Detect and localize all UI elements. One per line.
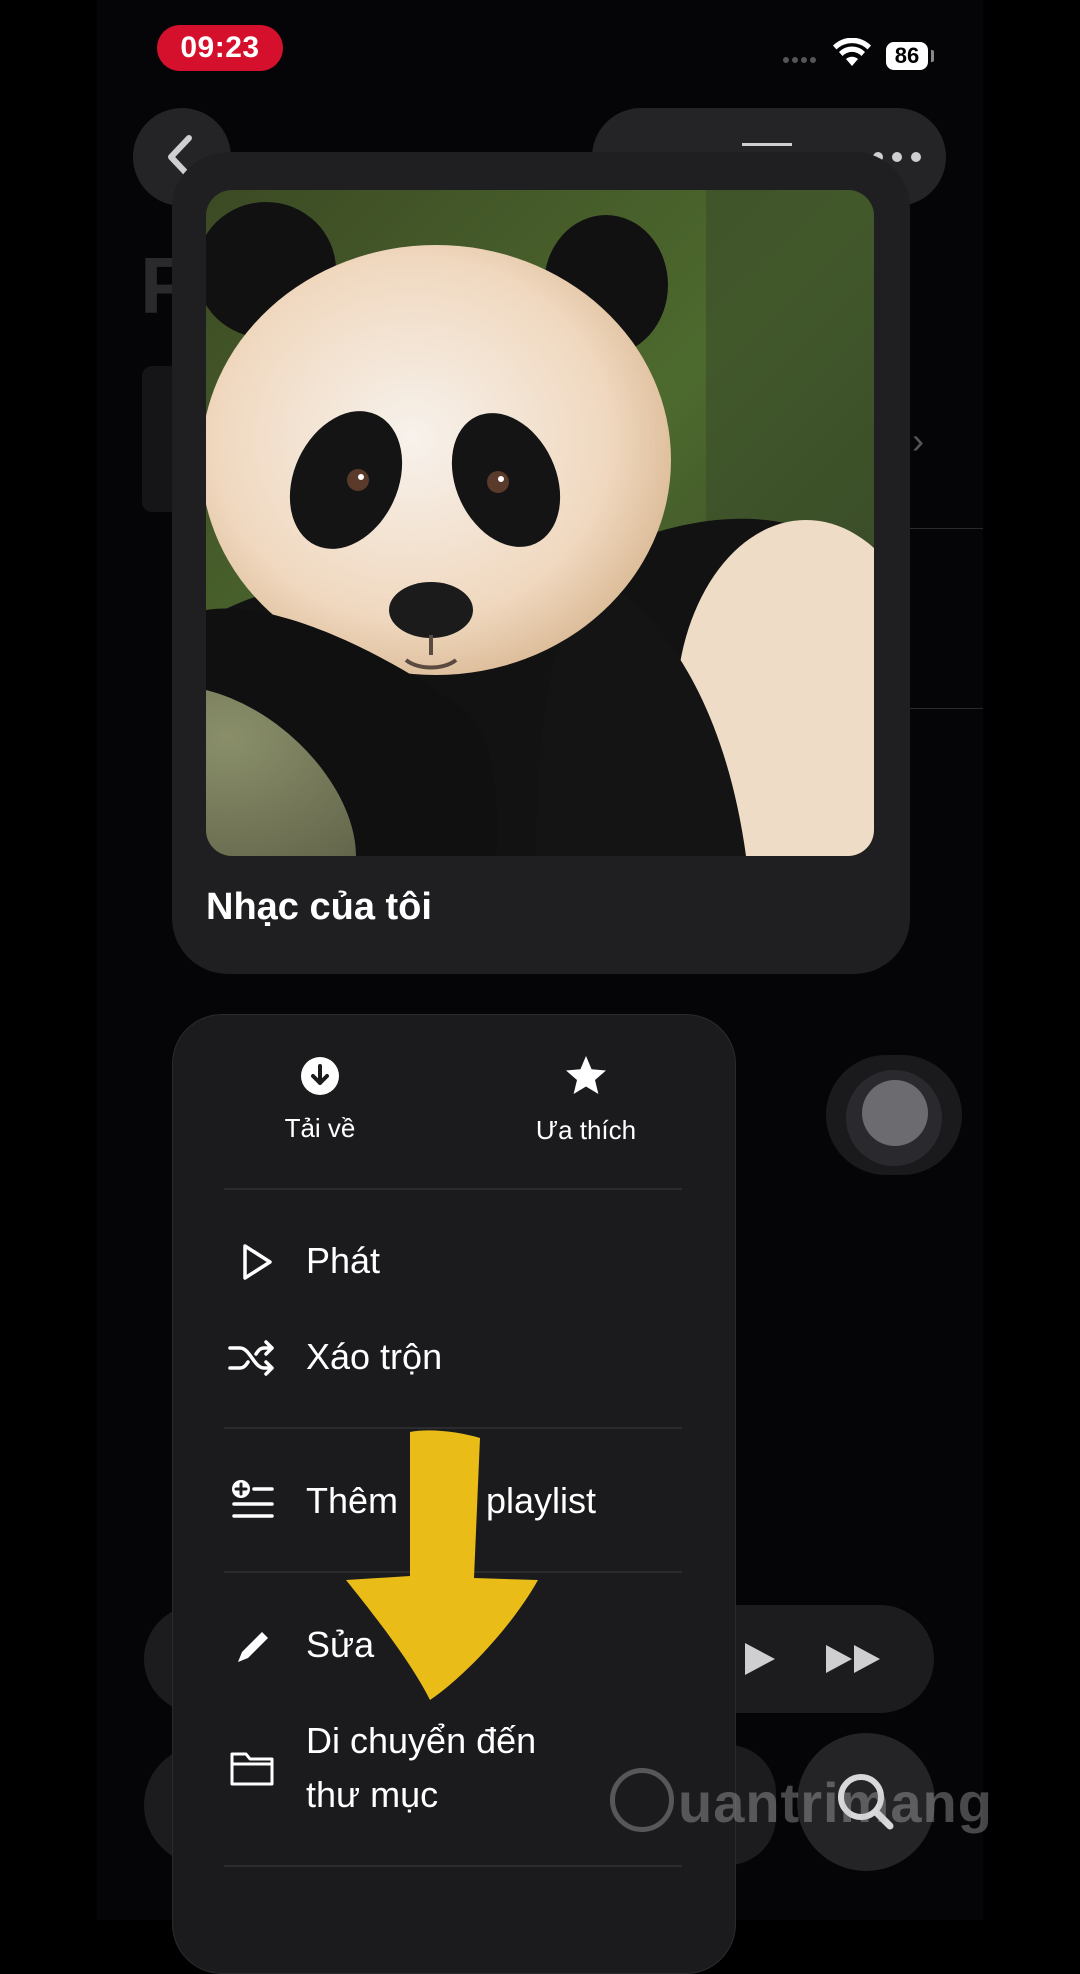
star-icon [566, 1056, 606, 1094]
favorite-label: Ưa thích [535, 1115, 637, 1145]
playlist-title: Nhạc của tôi [206, 886, 432, 928]
chevron-right-icon: › [912, 420, 924, 461]
menu-item-label-line2: thư mục [306, 1774, 439, 1815]
watermark-bulb-icon [610, 1768, 674, 1832]
pencil-icon [238, 1632, 268, 1662]
add-to-list-icon [232, 1480, 274, 1518]
menu-item-label-line1: Di chuyển đến [306, 1720, 537, 1761]
status-time: 09:23 [157, 25, 283, 71]
menu-item-shuffle[interactable]: Xáo trộn [224, 1334, 682, 1382]
sort-line [742, 143, 792, 146]
battery-level: 86 [886, 42, 928, 70]
download-circle-icon [301, 1057, 339, 1095]
wifi-icon [833, 38, 871, 66]
menu-divider [224, 1188, 682, 1190]
menu-item-play[interactable]: Phát [224, 1238, 682, 1286]
playlist-artwork-panda [206, 190, 874, 856]
annotation-arrow [346, 1430, 538, 1700]
menu-divider [224, 1865, 682, 1867]
cellular-signal-icon [783, 50, 823, 63]
favorite-action[interactable]: Ưa thích [486, 1054, 686, 1146]
download-label: Tải về [284, 1113, 356, 1143]
watermark-text: uantrimang [678, 1771, 993, 1834]
background-divider [910, 708, 983, 709]
menu-item-label: Phát [306, 1240, 381, 1281]
play-icon [243, 1244, 272, 1280]
assistive-touch-dot [862, 1080, 928, 1146]
menu-divider [224, 1427, 682, 1429]
download-action[interactable]: Tải về [220, 1056, 420, 1144]
play-icon[interactable] [739, 1639, 779, 1679]
background-divider [910, 528, 983, 529]
menu-item-label: Xáo trộn [306, 1336, 443, 1377]
folder-icon [230, 1752, 274, 1786]
forward-icon[interactable] [824, 1639, 884, 1679]
shuffle-icon [228, 1340, 274, 1376]
battery-cap [931, 50, 934, 62]
